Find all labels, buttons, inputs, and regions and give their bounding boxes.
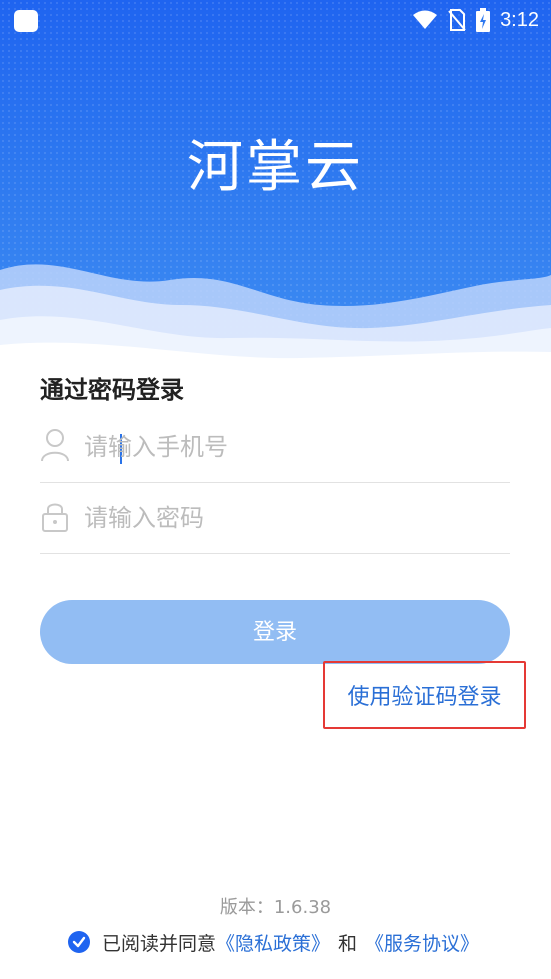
login-button[interactable]: 登录 bbox=[40, 600, 510, 664]
lock-icon bbox=[42, 503, 68, 532]
service-agreement-link[interactable]: 《服务协议》 bbox=[365, 929, 479, 956]
version-text: 版本：1.6.38 bbox=[219, 897, 332, 918]
wifi-icon bbox=[413, 10, 438, 29]
app-title: 河掌云 bbox=[187, 135, 364, 200]
agree-prefix: 已阅读并同意 bbox=[102, 932, 217, 955]
no-sim-icon bbox=[448, 9, 466, 31]
phone-field bbox=[40, 412, 510, 483]
header-banner: 3:12 河掌云 bbox=[0, 0, 551, 370]
status-time: 3:12 bbox=[500, 8, 539, 31]
wave-decoration bbox=[0, 264, 551, 370]
phone-input[interactable] bbox=[82, 426, 506, 468]
status-bar: 3:12 bbox=[0, 0, 551, 40]
agreement-row: 已阅读并同意 《隐私政策》 和 《服务协议》 bbox=[68, 927, 479, 957]
checkmark-icon bbox=[72, 936, 86, 948]
battery-charging-icon bbox=[476, 8, 491, 32]
sms-login-link[interactable]: 使用验证码登录 bbox=[323, 661, 526, 729]
password-input[interactable] bbox=[82, 497, 506, 539]
app-notification-icon bbox=[14, 10, 38, 32]
login-heading: 通过密码登录 bbox=[40, 376, 184, 404]
status-icons: 3:12 bbox=[412, 6, 539, 34]
password-field bbox=[40, 483, 510, 554]
checkbox-checked-icon[interactable] bbox=[68, 931, 90, 953]
privacy-policy-link[interactable]: 《隐私政策》 bbox=[216, 929, 330, 956]
user-icon bbox=[41, 429, 69, 462]
and-text: 和 bbox=[338, 932, 358, 955]
